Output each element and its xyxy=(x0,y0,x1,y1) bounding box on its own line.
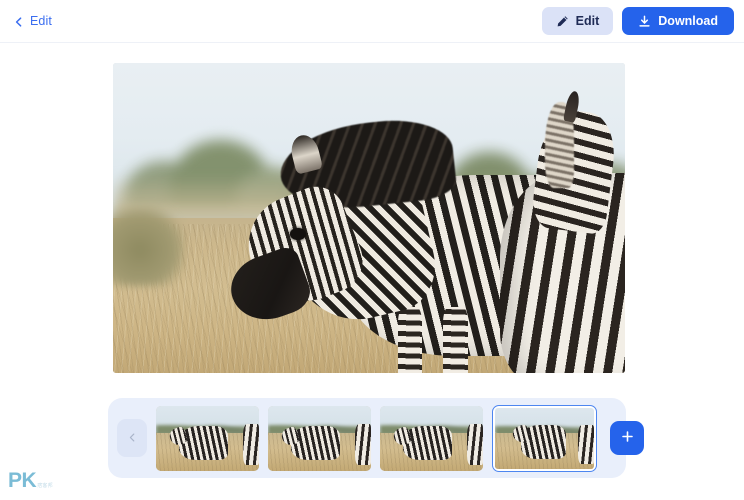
left-bush xyxy=(113,205,185,287)
zebra-background xyxy=(492,88,625,373)
image-preview[interactable] xyxy=(113,63,625,373)
edit-button[interactable]: Edit xyxy=(541,7,614,35)
download-icon xyxy=(638,15,651,28)
pencil-icon xyxy=(556,15,569,28)
watermark-logo: PK xyxy=(8,469,37,492)
add-image-button[interactable] xyxy=(610,421,644,455)
watermark-subtext: 痞客邦 xyxy=(37,482,53,489)
back-button-label: Edit xyxy=(30,14,52,28)
download-button[interactable]: Download xyxy=(622,7,734,35)
download-button-label: Download xyxy=(658,14,718,28)
back-button[interactable]: Edit xyxy=(13,14,52,28)
edit-button-label: Edit xyxy=(575,14,600,28)
thumbnail-item-selected[interactable] xyxy=(492,404,597,472)
plus-icon xyxy=(620,429,635,447)
chevron-left-icon xyxy=(127,431,138,446)
watermark: PK 痞客邦 xyxy=(8,470,53,491)
filmstrip-prev-button[interactable] xyxy=(117,419,147,457)
header-actions: Edit Download xyxy=(541,7,734,35)
thumbnail-item[interactable] xyxy=(380,405,483,471)
thumbnail-filmstrip xyxy=(108,398,644,478)
app-header: Edit Edit Download xyxy=(0,0,744,43)
thumbnail-item[interactable] xyxy=(268,405,371,471)
chevron-left-icon xyxy=(13,15,25,27)
preview-photo xyxy=(113,63,625,373)
thumbnail-item[interactable] xyxy=(156,405,259,471)
